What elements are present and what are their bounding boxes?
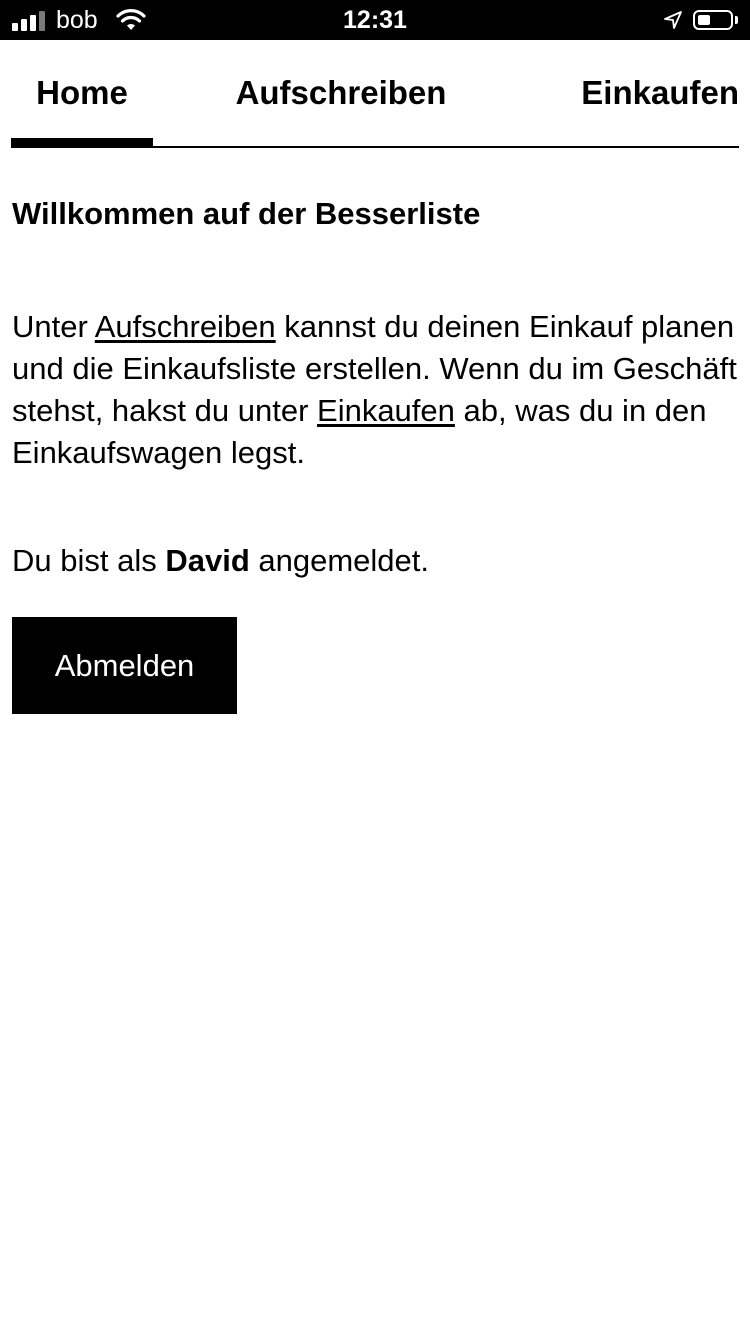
active-tab-indicator bbox=[11, 138, 153, 148]
page-title: Willkommen auf der Besserliste bbox=[12, 196, 481, 231]
tab-aufschreiben[interactable]: Aufschreiben bbox=[201, 40, 481, 146]
battery-icon bbox=[693, 10, 733, 30]
intro-paragraph: Unter Aufschreiben kannst du deinen Eink… bbox=[12, 306, 738, 474]
login-prefix: Du bist als bbox=[12, 543, 166, 578]
username: David bbox=[165, 543, 250, 578]
status-bar: bob 12:31 bbox=[0, 0, 750, 40]
einkaufen-link[interactable]: Einkaufen bbox=[317, 393, 455, 428]
tab-einkaufen[interactable]: Einkaufen bbox=[531, 40, 739, 146]
tab-einkaufen-label: Einkaufen bbox=[581, 74, 739, 111]
login-status: Du bist als David angemeldet. bbox=[12, 540, 429, 582]
location-arrow-icon bbox=[664, 11, 682, 29]
intro-text-1: Unter bbox=[12, 309, 95, 344]
logout-button[interactable]: Abmelden bbox=[12, 617, 237, 714]
status-right bbox=[663, 0, 738, 40]
tab-home[interactable]: Home bbox=[11, 40, 153, 148]
tab-aufschreiben-label: Aufschreiben bbox=[235, 74, 447, 111]
login-suffix: angemeldet. bbox=[249, 543, 429, 578]
aufschreiben-link[interactable]: Aufschreiben bbox=[95, 309, 276, 344]
battery-tip bbox=[735, 16, 738, 24]
clock: 12:31 bbox=[343, 6, 407, 34]
tab-home-label: Home bbox=[36, 74, 128, 111]
tab-bar: Home Aufschreiben Einkaufen bbox=[11, 40, 739, 148]
